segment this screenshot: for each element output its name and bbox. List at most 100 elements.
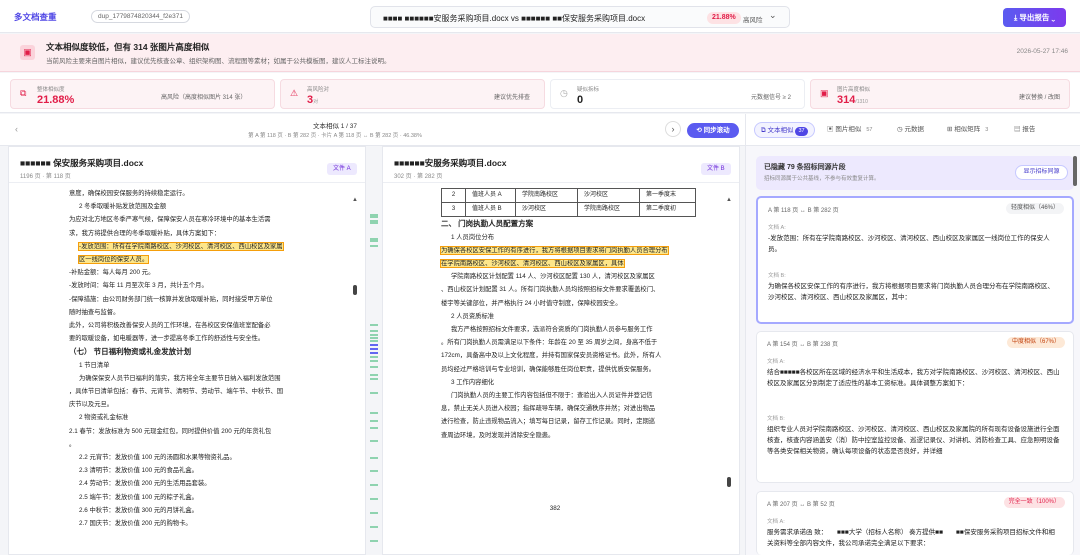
- notice-desc: 招标同源属于公共基线，不参与有效重复计算。: [764, 176, 880, 182]
- minimap-marker[interactable]: [370, 222, 378, 224]
- minimap-marker[interactable]: [370, 378, 378, 380]
- minimap-marker[interactable]: [370, 240, 378, 242]
- paragraph-line: -发放时间：每年 11 月至次年 3 月，共计五个月。: [69, 282, 208, 290]
- minimap-marker[interactable]: [370, 457, 378, 459]
- sync-scroll-button[interactable]: ⟲ 同步滚动: [687, 123, 739, 138]
- tab-report[interactable]: ▤ 报告: [1008, 122, 1041, 138]
- document-a-body[interactable]: 意度，确保校园安保服务的持续稳定运行。 2 冬季取暖补贴发放范围及金额 为应对北方地…: [9, 187, 365, 554]
- tab-image-similarity[interactable]: ▣ 图片相似 57: [821, 122, 881, 138]
- document-b-scrollbar[interactable]: ▲: [726, 197, 732, 554]
- paragraph-line: 意度，确保校园安保服务的持续稳定运行。: [69, 190, 189, 197]
- minimap-marker[interactable]: [370, 420, 378, 422]
- stat-overall[interactable]: ⧉ 整体相似度 21.88% 高风险（高度相似图片 314 张）: [10, 79, 275, 109]
- similarity-level-badge: 中度相似（67%）: [1006, 337, 1065, 348]
- show-baseline-button[interactable]: 显示招标同源: [1015, 165, 1068, 180]
- stat-split-bid[interactable]: ◷ 疑似拆标 0 元数据信号 ≥ 2: [550, 79, 805, 109]
- page-number: 382: [549, 504, 561, 512]
- minimap-marker[interactable]: [370, 348, 378, 350]
- document-b-meta: 302 页 · 第 282 页: [394, 174, 443, 180]
- compare-selector[interactable]: ■■■■ ■■■■■■安服务采购项目.docx vs ■■■■■■ ■■保安服务…: [370, 6, 790, 28]
- minimap-marker[interactable]: [370, 374, 378, 376]
- minimap-marker[interactable]: [370, 352, 378, 354]
- tab-similarity-matrix[interactable]: ⊞ 相似矩阵 3: [941, 122, 997, 138]
- minimap-marker[interactable]: [370, 340, 378, 342]
- minimap-marker[interactable]: [370, 366, 378, 368]
- chevron-down-icon[interactable]: ⌄: [769, 10, 777, 21]
- document-b-body[interactable]: 2 值班人员 A 学院南路校区 沙河校区 第一季度末 3 值班人员 B 沙河校区…: [383, 187, 739, 554]
- stat-value: 0: [577, 94, 584, 106]
- card-header: A 第 207 页 ↔ B 第 52 页: [767, 502, 835, 508]
- minimap-marker[interactable]: [370, 337, 378, 339]
- match-card[interactable]: A 第 154 页 ↔ B 第 238 页 中度相似（67%） 文档 A: 结合…: [756, 331, 1074, 483]
- paragraph-line: 查周边环境，及时发现并消除安全隐患。: [441, 431, 555, 439]
- minimap-marker[interactable]: [370, 360, 378, 362]
- match-counter: 文本相似 1 / 37: [312, 123, 358, 130]
- card-header: A 第 154 页 ↔ B 第 238 页: [767, 342, 839, 348]
- minimap-marker[interactable]: [370, 498, 378, 500]
- document-a-tag: 文件 A: [327, 163, 357, 175]
- match-card[interactable]: A 第 207 页 ↔ B 第 52 页 完全一致（100%） 文档 A: 服务…: [756, 491, 1074, 555]
- stat-note: 高风险（高度相似图片 314 张）: [161, 95, 247, 101]
- minimap-marker[interactable]: [370, 356, 378, 358]
- table-cell: 2: [441, 187, 466, 204]
- paragraph-line: 172cm，具备高中及以上文化程度，并持有国家保安员资格证书。此外，所有人: [441, 352, 662, 360]
- results-scrollbar[interactable]: [1073, 156, 1077, 546]
- scroll-thumb[interactable]: [353, 285, 357, 295]
- minimap-marker[interactable]: [370, 470, 378, 472]
- similarity-rate-badge: 21.88%: [707, 12, 741, 24]
- document-b-tag: 文件 B: [701, 163, 731, 175]
- minimap-marker[interactable]: [370, 412, 378, 414]
- doc-b-label: 文档 B:: [768, 273, 786, 279]
- export-report-button[interactable]: ⤓ 导出报告 ⌄: [1003, 8, 1066, 27]
- match-card[interactable]: A 第 118 页 ↔ B 第 282 页 轻度相似（46%） 文档 A: -发…: [756, 196, 1074, 324]
- scroll-thumb[interactable]: [727, 477, 731, 487]
- document-b-header: ■■■■■■安服务采购项目.docx 302 页 · 第 282 页 文件 B: [383, 147, 739, 183]
- table-cell: 学院南路校区: [515, 187, 578, 204]
- paragraph-line: 。: [69, 440, 76, 448]
- minimap-marker[interactable]: [370, 440, 378, 442]
- stat-label: 疑似拆标: [577, 87, 600, 93]
- table-row: 2 值班人员 A 学院南路校区 沙河校区 第一季度末: [441, 187, 696, 204]
- section-heading: （七） 节日福利物资或礼金发放计划: [69, 347, 192, 357]
- paragraph-line: -补贴金额：每人每月 200 元。: [69, 269, 155, 277]
- paragraph-line: 门岗执勤人员的主要工作内容包括但不限于：查验出入人员证件并登记信: [451, 392, 653, 400]
- minimap-marker[interactable]: [370, 427, 378, 429]
- doc-id-badge: dup_1779874820344_f2e371: [91, 10, 190, 23]
- minimap-marker[interactable]: [370, 324, 378, 326]
- minimap-marker[interactable]: [370, 392, 378, 394]
- alert-date: 2026-05-27 17:46: [1016, 48, 1068, 55]
- prev-match-icon[interactable]: ‹: [15, 124, 18, 134]
- paragraph-line: -保障措施：由公司财务部门统一核算并发放取暖补贴，同时接受甲方单位: [69, 295, 273, 303]
- stat-high-risk[interactable]: ⚠ 高风险对 3对 建议优先排查: [280, 79, 545, 109]
- tab-metadata[interactable]: ◷ 元数据: [891, 122, 930, 138]
- minimap-marker[interactable]: [370, 245, 378, 247]
- highlighted-match[interactable]: -发放范围：所有在学院南路校区、沙河校区、清河校区、西山校区及家属: [78, 241, 284, 251]
- minimap-marker[interactable]: [370, 526, 378, 528]
- similarity-minimap[interactable]: [367, 152, 381, 552]
- minimap-marker[interactable]: [370, 344, 378, 346]
- table-cell: 值班人员 A: [465, 187, 516, 204]
- minimap-marker[interactable]: [370, 512, 378, 514]
- minimap-marker[interactable]: [370, 330, 378, 332]
- paragraph-line: 随时抽查与监督。: [69, 308, 120, 316]
- stat-image-similar[interactable]: ▣ 图片高度相似 314/1310 建议替换 / 改图: [810, 79, 1070, 109]
- minimap-marker[interactable]: [370, 216, 378, 218]
- minimap-marker[interactable]: [370, 484, 378, 486]
- match-navigator: ‹ 文本相似 1 / 37 第 A 第 118 页 · B 第 282 页 · …: [0, 114, 745, 146]
- table-cell: 沙河校区: [515, 202, 578, 218]
- doc-a-label: 文档 A:: [767, 519, 785, 525]
- paragraph-line: 2.5 端午节：发放价值 100 元的粽子礼盒。: [79, 493, 198, 501]
- document-a-scrollbar[interactable]: ▲: [352, 197, 358, 554]
- tab-text-similarity[interactable]: ⧉ 文本相似 37: [754, 122, 815, 138]
- minimap-marker[interactable]: [370, 540, 378, 542]
- scroll-thumb[interactable]: [1073, 156, 1077, 186]
- minimap-marker[interactable]: [370, 334, 378, 336]
- highlighted-match[interactable]: 在学院南路校区、沙河校区、清河校区、西山校区及家属区，具体: [440, 259, 625, 269]
- highlighted-match[interactable]: 为确保各校区安保工作的有序进行，我方将根据项目要求将门岗执勤人员合理分布: [440, 245, 669, 255]
- next-match-icon[interactable]: ›: [665, 121, 681, 137]
- highlighted-match[interactable]: 区一线岗位的保安人员。: [77, 255, 150, 265]
- risk-alert: ▣ 文本相似度较低，但有 314 张图片高度相似 当前风险主要来自图片相似，建议…: [0, 34, 1080, 72]
- notice-title: 已隐藏 79 条招标同源片段: [764, 164, 846, 171]
- paragraph-line: 1 节日清单: [79, 361, 110, 369]
- paragraph-line: 3 工作内容细化: [451, 378, 495, 386]
